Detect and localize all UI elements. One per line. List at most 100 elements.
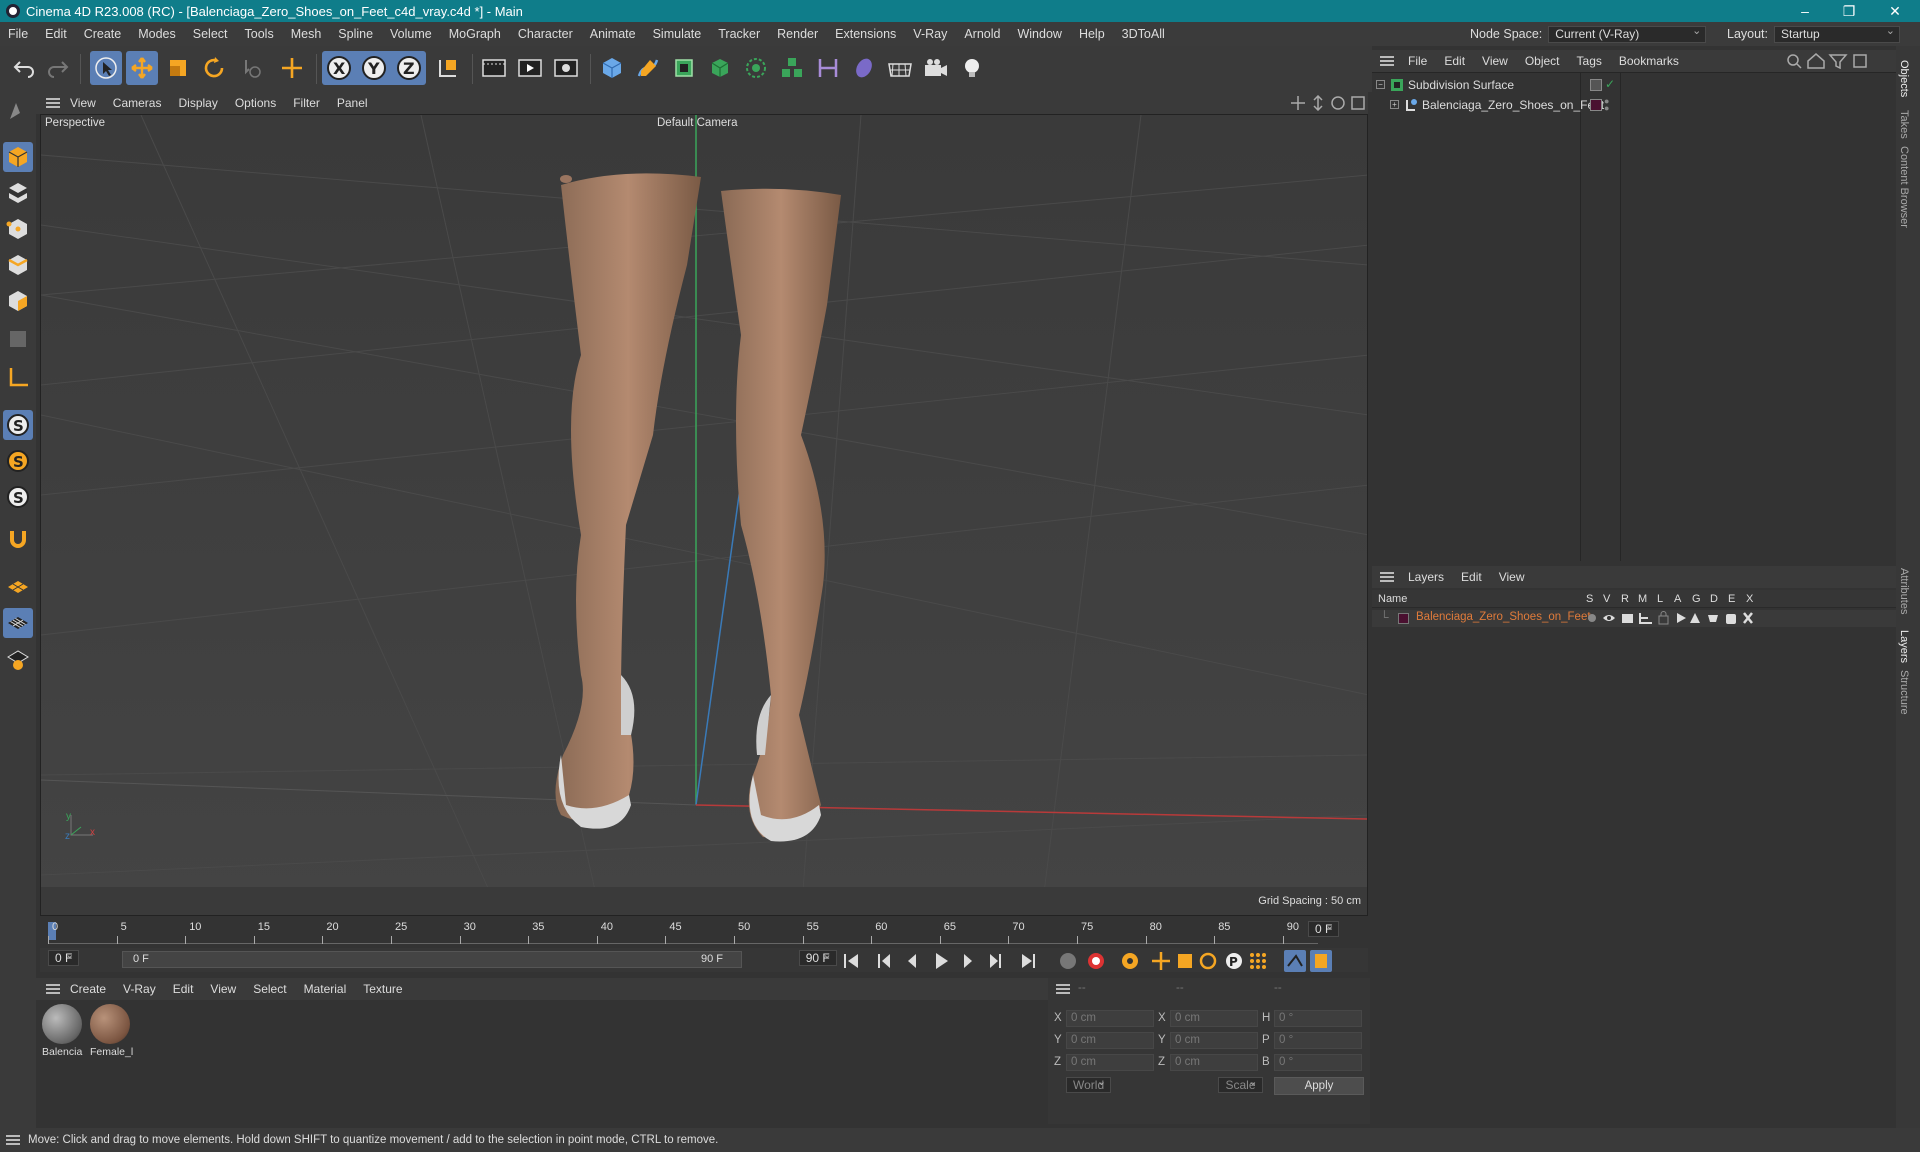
object-menu-file[interactable]: File — [1408, 54, 1427, 68]
snap-settings-icon[interactable]: S — [3, 446, 33, 476]
render-picture-viewer-icon[interactable] — [514, 51, 546, 85]
end-frame-field[interactable]: 90 F — [798, 950, 837, 966]
select-tool-icon[interactable] — [90, 51, 122, 85]
layer-col-locked[interactable]: L — [1657, 593, 1663, 605]
layer-col-generators[interactable]: G — [1692, 593, 1701, 605]
material-menu-view[interactable]: View — [210, 982, 236, 996]
snap-icon[interactable]: S — [3, 410, 33, 440]
layer-name[interactable]: Balenciaga_Zero_Shoes_on_Feet — [1416, 611, 1591, 623]
texture-mode-icon[interactable] — [3, 178, 33, 208]
menu-help[interactable]: Help — [1079, 27, 1105, 41]
material-item[interactable]: Female_l — [90, 1004, 133, 1060]
menu-character[interactable]: Character — [518, 27, 573, 41]
menu-extensions[interactable]: Extensions — [835, 27, 896, 41]
menu-vray[interactable]: V-Ray — [913, 27, 947, 41]
menu-mesh[interactable]: Mesh — [291, 27, 322, 41]
layer-col-solo[interactable]: S — [1586, 593, 1593, 605]
viewport-menu-view[interactable]: View — [70, 96, 96, 110]
layer-col-deformers[interactable]: D — [1710, 593, 1718, 605]
viewport-menu-panel[interactable]: Panel — [337, 96, 368, 110]
layout-dropdown[interactable]: Startup — [1774, 24, 1901, 43]
render-settings-icon[interactable] — [550, 51, 582, 85]
material-menu-icon[interactable] — [46, 984, 60, 994]
menu-arnold[interactable]: Arnold — [964, 27, 1000, 41]
status-menu-icon[interactable] — [6, 1135, 20, 1145]
object-menu-object[interactable]: Object — [1525, 54, 1560, 68]
viewport-menu-icon[interactable] — [46, 98, 60, 108]
layer-menu-edit[interactable]: Edit — [1461, 570, 1482, 584]
menu-tools[interactable]: Tools — [245, 27, 274, 41]
layer-row[interactable]: └ Balenciaga_Zero_Shoes_on_Feet — [1372, 610, 1896, 627]
position-z-field[interactable]: 0 cm — [1066, 1054, 1154, 1071]
restore-button[interactable]: ❐ — [1826, 0, 1872, 22]
layer-col-xref[interactable]: X — [1746, 593, 1753, 605]
preview-range-slider[interactable]: 0 F 90 F — [122, 951, 742, 968]
tab-structure[interactable]: Structure — [1898, 670, 1910, 715]
object-menu-icon[interactable] — [1380, 56, 1394, 66]
workplane-icon[interactable] — [3, 572, 33, 602]
redo-icon[interactable] — [42, 51, 74, 85]
layer-menu-icon[interactable] — [1380, 572, 1394, 582]
rotate-tool-icon[interactable] — [198, 51, 230, 85]
layer-color-swatch[interactable] — [1398, 613, 1409, 624]
layer-col-animation[interactable]: A — [1674, 593, 1681, 605]
tab-takes[interactable]: Takes — [1898, 110, 1910, 139]
grid-plane-icon[interactable] — [3, 608, 33, 638]
size-x-field[interactable]: 0 cm — [1170, 1010, 1258, 1027]
spline-pen-icon[interactable] — [632, 51, 664, 85]
viewport-menu-cameras[interactable]: Cameras — [113, 96, 162, 110]
menu-tracker[interactable]: Tracker — [718, 27, 760, 41]
uv-mode-icon[interactable] — [3, 324, 33, 354]
layer-menu-layers[interactable]: Layers — [1408, 570, 1444, 584]
menu-create[interactable]: Create — [84, 27, 122, 41]
timeline-ruler[interactable]: 0 5 10 15 20 25 30 35 40 45 50 55 60 65 70 75 80 85 90 0 F — [40, 916, 1368, 948]
undo-icon[interactable] — [8, 51, 40, 85]
node-space-dropdown[interactable]: Current (V-Ray) — [1548, 24, 1707, 43]
coordinate-space-dropdown[interactable]: World — [1066, 1077, 1112, 1093]
material-menu-material[interactable]: Material — [304, 982, 347, 996]
menu-modes[interactable]: Modes — [138, 27, 176, 41]
menu-select[interactable]: Select — [193, 27, 228, 41]
transform-tool-icon[interactable] — [276, 51, 308, 85]
menu-spline[interactable]: Spline — [338, 27, 373, 41]
workplane-snap-icon[interactable]: S — [3, 482, 33, 512]
mograph-matrix-icon[interactable] — [776, 51, 808, 85]
viewport-menu-options[interactable]: Options — [235, 96, 276, 110]
menu-file[interactable]: File — [8, 27, 28, 41]
layer-swatch[interactable] — [1590, 99, 1602, 111]
menu-simulate[interactable]: Simulate — [653, 27, 702, 41]
material-menu-edit[interactable]: Edit — [173, 982, 194, 996]
layer-swatch[interactable] — [1590, 79, 1602, 91]
current-frame-field[interactable]: 0 F — [1308, 921, 1340, 937]
tab-objects[interactable]: Objects — [1898, 60, 1910, 97]
object-menu-edit[interactable]: Edit — [1444, 54, 1465, 68]
axis-mode-icon[interactable] — [3, 362, 33, 392]
enabled-check-icon[interactable]: ✓ — [1605, 77, 1615, 91]
light-object-icon[interactable] — [956, 51, 988, 85]
render-view-icon[interactable] — [478, 51, 510, 85]
layer-col-view[interactable]: V — [1603, 593, 1610, 605]
tab-content-browser[interactable]: Content Browser — [1898, 146, 1910, 228]
model-mode-icon[interactable] — [3, 142, 33, 172]
polygon-mode-icon[interactable] — [3, 286, 33, 316]
object-manager-tools[interactable] — [1786, 53, 1890, 69]
size-z-field[interactable]: 0 cm — [1170, 1054, 1258, 1071]
minimize-button[interactable]: – — [1782, 0, 1828, 22]
material-menu-create[interactable]: Create — [70, 982, 106, 996]
apply-button[interactable]: Apply — [1274, 1077, 1364, 1095]
object-menu-view[interactable]: View — [1482, 54, 1508, 68]
coordinate-system-icon[interactable] — [432, 51, 464, 85]
edge-mode-icon[interactable] — [3, 250, 33, 280]
deformer-bend-icon[interactable] — [812, 51, 844, 85]
camera-object-icon[interactable] — [920, 51, 952, 85]
scale-tool-icon[interactable] — [162, 51, 194, 85]
field-object-icon[interactable] — [848, 51, 880, 85]
menu-render[interactable]: Render — [777, 27, 818, 41]
3d-viewport[interactable]: Perspective Default Camera y x z Grid Sp… — [40, 114, 1368, 916]
collapse-toggle-icon[interactable]: − — [1376, 80, 1385, 89]
size-y-field[interactable]: 0 cm — [1170, 1032, 1258, 1049]
viewport-menu-filter[interactable]: Filter — [293, 96, 320, 110]
material-menu-texture[interactable]: Texture — [363, 982, 402, 996]
make-editable-icon[interactable] — [3, 96, 33, 126]
material-menu-vray[interactable]: V-Ray — [123, 982, 156, 996]
